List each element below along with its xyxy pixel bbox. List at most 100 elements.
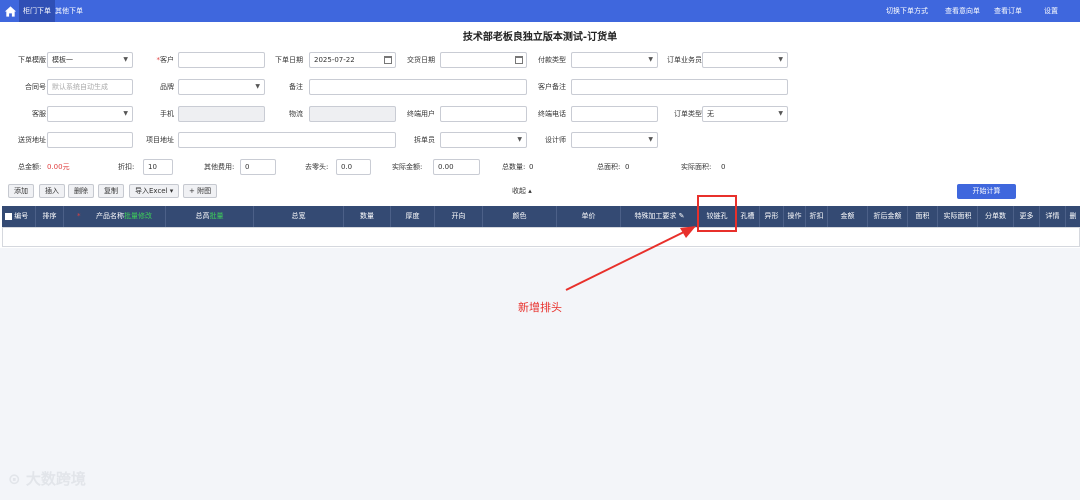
delivery-date-label: 交货日期: [407, 56, 435, 64]
batch-edit-link[interactable]: 批量修改: [124, 212, 152, 220]
th-product-name[interactable]: * 产品名称批量修改: [64, 206, 166, 227]
splitter-label: 拆单员: [414, 136, 435, 144]
total-qty-label: 总数量:: [502, 163, 526, 171]
order-date-label: 下单日期: [275, 56, 303, 64]
chevron-down-icon: ▼: [648, 136, 653, 143]
th-quantity[interactable]: 数量: [344, 206, 391, 227]
copy-button[interactable]: 复制: [98, 184, 124, 198]
annotation-label: 新增排头: [518, 301, 562, 314]
delivery-date-input[interactable]: [440, 52, 527, 68]
th-operation[interactable]: 操作: [784, 206, 806, 227]
th-amount[interactable]: 金额: [828, 206, 868, 227]
th-color[interactable]: 颜色: [483, 206, 557, 227]
batch-link[interactable]: 批量: [210, 212, 224, 220]
import-excel-button[interactable]: 导入Excel ▾: [129, 184, 180, 198]
total-qty-value: 0: [529, 163, 534, 171]
phone-input[interactable]: [178, 106, 265, 122]
collapse-toggle[interactable]: 收起 ▴: [512, 183, 532, 199]
attach-image-button[interactable]: + 附图: [183, 184, 218, 198]
total-area-label: 总面积:: [597, 163, 621, 171]
order-date-input[interactable]: 2025-07-22: [309, 52, 396, 68]
service-select[interactable]: ▼: [47, 106, 133, 122]
discount-input[interactable]: 10: [143, 159, 173, 175]
th-more[interactable]: 更多: [1014, 206, 1040, 227]
actual-area-label: 实际面积:: [681, 163, 712, 171]
th-special-processing[interactable]: 特殊加工要求 ✎: [621, 206, 699, 227]
th-actual-area[interactable]: 实际面积: [938, 206, 978, 227]
th-discount[interactable]: 折扣: [806, 206, 828, 227]
address-input[interactable]: [47, 132, 133, 148]
splitter-select[interactable]: ▼: [440, 132, 527, 148]
watermark: ⊙ 大数跨境: [8, 470, 86, 488]
tab-other-order[interactable]: 其他下单: [55, 0, 83, 22]
discount-label: 折扣:: [118, 163, 135, 171]
view-intent-orders-link[interactable]: 查看意向单: [945, 0, 980, 22]
th-sort[interactable]: 排序: [36, 206, 64, 227]
th-total-width[interactable]: 总宽: [254, 206, 344, 227]
chevron-up-icon: ▴: [528, 187, 532, 195]
th-discounted-amount[interactable]: 折后金额: [868, 206, 908, 227]
project-address-textarea[interactable]: [178, 132, 396, 148]
payment-type-select[interactable]: ▼: [571, 52, 658, 68]
top-nav-bar: 柜门下单 其他下单 切换下单方式 查看意向单 查看订单 设置: [0, 0, 1080, 22]
tab-cabinet-order[interactable]: 柜门下单: [19, 0, 55, 22]
th-area[interactable]: 面积: [908, 206, 938, 227]
page-title: 技术部老板良独立版本测试-订货单: [462, 32, 618, 43]
select-all-checkbox[interactable]: [5, 212, 12, 220]
home-icon[interactable]: [4, 5, 17, 18]
salesperson-select[interactable]: ▼: [702, 52, 788, 68]
total-amount-value: 0.00元: [47, 163, 70, 171]
total-amount-label: 总金额:: [18, 163, 42, 171]
delete-button[interactable]: 删除: [68, 184, 94, 198]
th-delete[interactable]: 删: [1066, 206, 1080, 227]
designer-select[interactable]: ▼: [571, 132, 658, 148]
round-input[interactable]: 0.0: [336, 159, 371, 175]
customer-label: *客户: [156, 56, 175, 64]
table-body: [2, 227, 1080, 247]
add-button[interactable]: 添加: [8, 184, 34, 198]
logistics-input[interactable]: [309, 106, 396, 122]
edit-pencil-icon[interactable]: ✎: [679, 212, 685, 220]
end-phone-input[interactable]: [571, 106, 658, 122]
chevron-down-icon: ▼: [778, 56, 783, 63]
insert-button[interactable]: 插入: [39, 184, 65, 198]
actual-amount-label: 实际金额:: [392, 163, 423, 171]
th-opening-direction[interactable]: 开向: [435, 206, 483, 227]
start-calculate-button[interactable]: 开始计算: [957, 184, 1016, 199]
template-select[interactable]: 模板一 ▼: [47, 52, 133, 68]
customer-input[interactable]: [178, 52, 265, 68]
th-hole-slot[interactable]: 孔槽: [736, 206, 760, 227]
order-type-select[interactable]: 无 ▼: [702, 106, 788, 122]
salesperson-label: 订单业务员: [667, 56, 702, 64]
settings-link[interactable]: 设置: [1044, 0, 1058, 22]
designer-label: 设计师: [545, 136, 566, 144]
view-orders-link[interactable]: 查看订单: [994, 0, 1022, 22]
th-special-shape[interactable]: 异形: [760, 206, 784, 227]
address-label: 送货地址: [18, 136, 46, 144]
th-details[interactable]: 详情: [1040, 206, 1066, 227]
round-label: 去零头:: [305, 163, 329, 171]
watermark-logo-icon: ⊙: [8, 470, 21, 488]
th-total-height[interactable]: 总高批量: [166, 206, 254, 227]
total-area-value: 0: [625, 163, 630, 171]
end-user-label: 终端用户: [407, 110, 435, 118]
switch-order-mode-link[interactable]: 切换下单方式: [886, 0, 928, 22]
template-label: 下单模版: [18, 56, 46, 64]
actual-area-value: 0: [721, 163, 726, 171]
contract-input[interactable]: 默认系统自动生成: [47, 79, 133, 95]
other-fee-input[interactable]: 0: [240, 159, 276, 175]
th-thickness[interactable]: 厚度: [391, 206, 435, 227]
end-user-input[interactable]: [440, 106, 527, 122]
table-header: 编号 排序 * 产品名称批量修改 总高批量 总宽 数量 厚度 开向 颜色 单价 …: [2, 206, 1080, 227]
customer-remark-label: 客户备注: [538, 83, 566, 91]
logistics-label: 物流: [289, 110, 303, 118]
th-unit-price[interactable]: 单价: [557, 206, 621, 227]
th-split-count[interactable]: 分单数: [978, 206, 1014, 227]
brand-select[interactable]: ▼: [178, 79, 265, 95]
th-id[interactable]: 编号: [2, 206, 36, 227]
remark-textarea[interactable]: [309, 79, 527, 95]
end-phone-label: 终端电话: [538, 110, 566, 118]
actual-amount-input[interactable]: 0.00: [433, 159, 480, 175]
customer-remark-input[interactable]: [571, 79, 788, 95]
contract-label: 合同号: [25, 83, 46, 91]
